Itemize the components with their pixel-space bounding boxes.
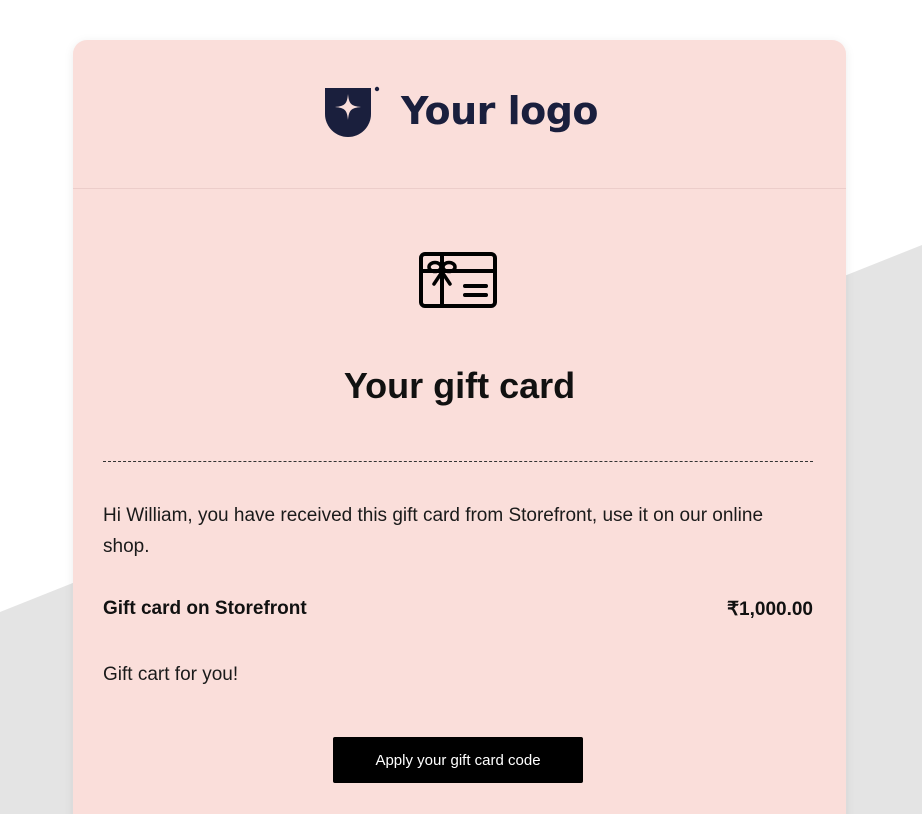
email-card: Your logo Your gift card Hi William, you… [73,40,846,814]
brand-logo: Your logo [321,84,599,138]
gift-card-icon [419,252,497,308]
logo-text: Your logo [400,89,599,133]
email-header: Your logo [73,40,846,189]
gift-card-name: Gift card on Storefront [103,598,307,619]
greeting-message: Hi William, you have received this gift … [103,505,764,557]
email-title: Your gift card [343,365,576,406]
gift-card-line: Gift card on Storefront ₹1,000.00 [103,598,813,621]
apply-gift-card-button[interactable]: Apply your gift card code [333,737,583,783]
shield-star-icon [324,86,380,137]
gift-note: Gift cart for you! [103,664,239,685]
gift-card-amount: ₹1,000.00 [726,599,813,620]
dashed-divider [103,461,813,462]
